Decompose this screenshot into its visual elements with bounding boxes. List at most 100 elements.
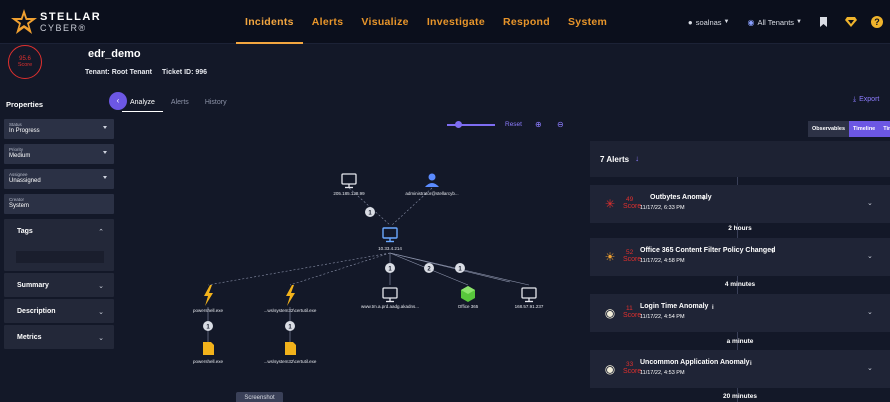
info-icon[interactable]: i [772,249,774,255]
alert-time: 11/17/22, 4:53 PM [640,370,685,376]
chevron-down-icon: ⌄ [98,309,104,316]
node-web-domain[interactable]: www.tm.a.prd.aadg.akadns... [361,287,419,309]
edge-count-badge[interactable]: 1 [203,321,213,331]
tenant-menu[interactable]: ◉ All Tenants ▼ [748,18,803,27]
user-icon: ● [687,17,693,27]
metrics-section[interactable]: Metrics ⌄ [4,325,114,349]
alerts-count: 7 Alerts [600,155,630,164]
chevron-down-icon[interactable]: ⌄ [867,308,873,316]
assignee-dropdown[interactable]: Assignee Unassigned [4,169,114,189]
tab-analyze[interactable]: Analyze [122,96,163,112]
tags-section[interactable]: Tags ⌃ [4,219,114,271]
timeline-gap: 20 minutes [723,393,757,400]
zoom-slider-handle[interactable] [455,121,462,128]
priority-dropdown[interactable]: Priority Medium [4,144,114,164]
node-certutil[interactable]: ...ws\system32\certutil.exe [264,285,317,313]
sort-down-icon[interactable]: ↓ [635,154,639,163]
chevron-up-icon: ⌃ [98,229,104,236]
alert-time: 11/17/22, 4:54 PM [640,314,685,320]
app-root: STELLAR CYBER® Incidents Alerts Visualiz… [0,0,890,402]
node-ip-168[interactable]: 168.57.91.237 [515,287,544,309]
node-powershell[interactable]: powershell.exe [193,285,224,313]
hawk-icon: ☀ [604,250,616,264]
nav-incidents[interactable]: Incidents [236,0,303,44]
alert-card[interactable]: ◉ 33 Score Uncommon Application Anomaly … [590,350,890,388]
alert-score: 52 Score [623,249,641,263]
info-icon[interactable]: i [712,305,714,311]
alert-card[interactable]: ✳ 49 Score Outbytes Anomaly 11/17/22, 6:… [590,185,890,223]
user-menu[interactable]: ● soalnas ▼ [688,18,730,27]
node-label: ...ws\system32\certutil.exe [264,308,317,313]
incident-tenant: Tenant: Root Tenant [85,69,153,76]
node-host[interactable]: 10.33.4.214 [378,227,402,251]
nav-alerts[interactable]: Alerts [303,0,353,44]
alert-score: 11 Score [623,305,641,319]
alert-card[interactable]: ◉ 11 Score Login Time Anomaly 11/17/22, … [590,294,890,332]
info-icon[interactable]: i [750,361,752,367]
node-certutil-file[interactable]: ...ws\system32\certutil.exe [264,342,317,364]
node-ip-205[interactable]: 205.185.128.99 [333,173,365,196]
description-section[interactable]: Description ⌄ [4,299,114,323]
caret-down-icon: ▼ [723,19,730,25]
binoculars-icon: ◉ [604,306,616,320]
download-icon: ⤓ [853,96,857,103]
nav-visualize[interactable]: Visualize [352,0,417,44]
toggle-timeline[interactable]: Timeline [849,121,880,137]
edge-count-badge[interactable]: 1 [365,207,375,217]
timeline-gap: 2 hours [728,225,752,232]
alert-score-label: Score [623,368,642,375]
alert-title: Login Time Anomaly [640,303,709,310]
edge-count-badge[interactable]: 1 [385,263,395,273]
zoom-out-icon[interactable]: ⊖ [557,120,564,129]
gem-icon[interactable] [845,17,857,27]
nav-respond[interactable]: Respond [494,0,559,44]
node-office365[interactable]: Office 365 [458,286,479,309]
alert-score-value: 11 [626,305,633,312]
chevron-down-icon[interactable]: ⌄ [867,364,873,372]
toggle-time[interactable]: Tim [879,121,890,137]
section-label: Summary [17,282,49,289]
section-label: Description [17,308,56,315]
toggle-observables[interactable]: Observables [808,121,850,137]
edge-host-ps [207,252,391,286]
field-label: Status [9,122,22,127]
export-label: Export [859,96,880,103]
alert-score-label: Score [623,312,642,319]
reset-button[interactable]: Reset [505,121,522,128]
binoculars-icon: ◉ [604,362,616,376]
graph-canvas: 1 1 2 1 1 1 205.185.128.99 administrator… [193,173,544,364]
zoom-in-icon[interactable]: ⊕ [535,120,542,129]
alert-score-value: 52 [626,249,634,256]
stellar-logo[interactable]: STELLAR CYBER® [10,8,130,36]
nav-investigate[interactable]: Investigate [418,0,494,44]
edge-count-badge[interactable]: 1 [285,321,295,331]
export-button[interactable]: ⤓ Export [853,96,879,104]
status-dropdown[interactable]: Status In Progress [4,119,114,139]
bookmark-icon[interactable] [820,17,827,27]
tags-input[interactable] [16,251,104,263]
top-navbar: STELLAR CYBER® Incidents Alerts Visualiz… [0,0,890,44]
info-icon[interactable]: i [703,196,705,202]
tab-alerts[interactable]: Alerts [163,96,197,112]
node-powershell-file[interactable]: powershell.exe [193,342,224,364]
screenshot-button[interactable]: Screenshot [236,392,283,402]
edge-count-badge[interactable]: 1 [455,263,465,273]
chevron-down-icon[interactable]: ⌄ [867,199,873,207]
chevron-down-icon[interactable]: ⌄ [867,252,873,260]
alert-score-label: Score [623,256,642,263]
summary-section[interactable]: Summary ⌄ [4,273,114,297]
edge-count-badge[interactable]: 2 [424,263,434,273]
node-label: ...ws\system32\certutil.exe [264,359,317,364]
alert-score: 49 Score [623,196,641,210]
node-admin-user[interactable]: administrator@stellarcyb... [405,173,459,197]
timeline-gap: 4 minutes [724,281,756,288]
alert-title: Uncommon Application Anomaly [640,359,750,366]
nav-system[interactable]: System [559,0,616,44]
alert-card[interactable]: ☀ 52 Score Office 365 Content Filter Pol… [590,238,890,276]
brand-name: STELLAR [40,11,102,23]
node-label: Office 365 [458,304,479,309]
help-icon[interactable]: ? [871,16,883,28]
incident-title: edr_demo [88,48,141,60]
tab-history[interactable]: History [197,96,235,112]
burst-icon: ✳ [604,197,616,211]
